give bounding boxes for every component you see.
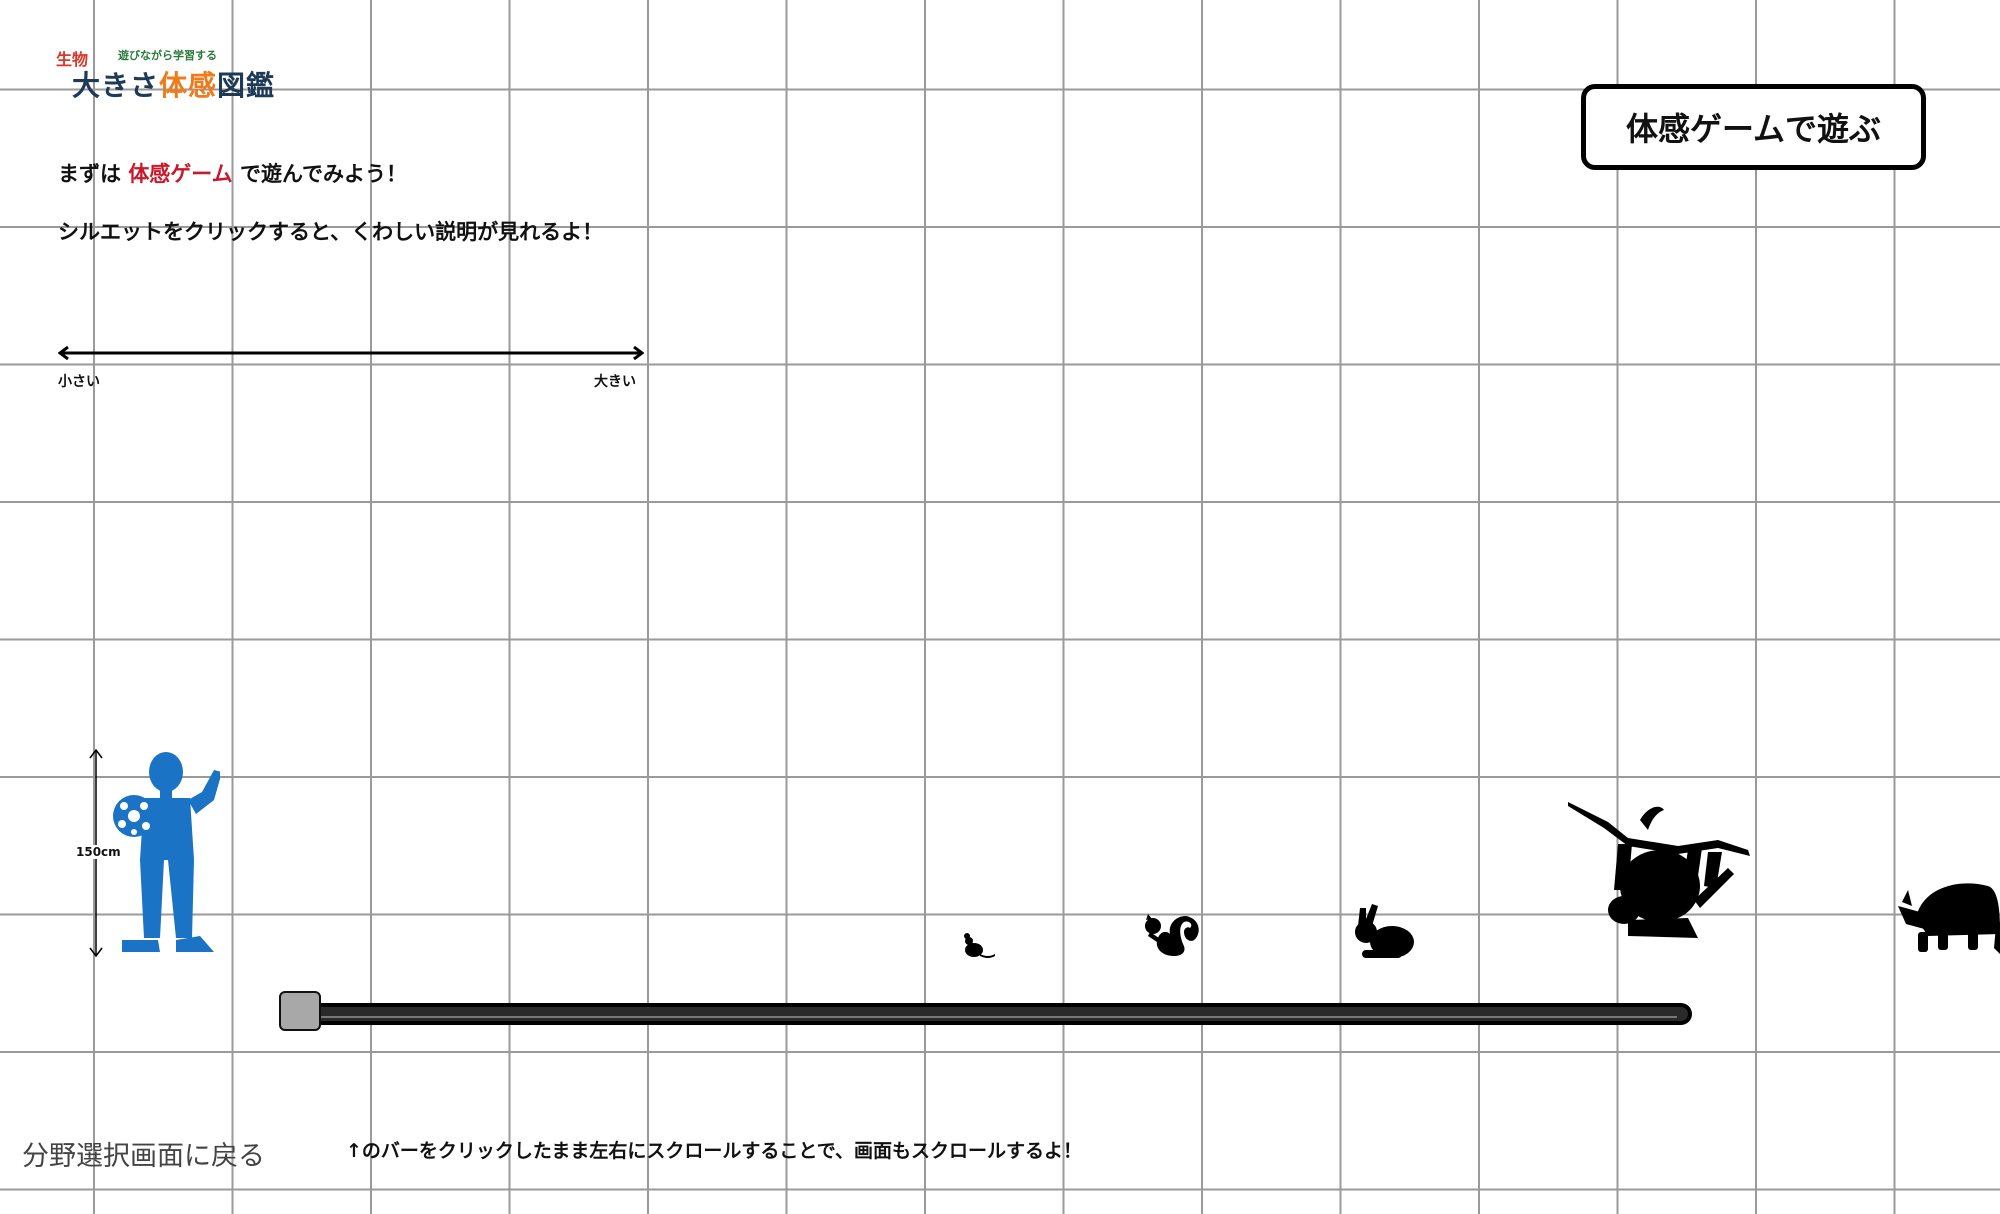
logo-title-part3: 図鑑 bbox=[217, 69, 276, 102]
site-logo: 生物 遊びながら学習する 大きさ体感図鑑 bbox=[56, 46, 306, 106]
scroll-handle[interactable] bbox=[279, 991, 321, 1031]
scroll-hint: ↑のバーをクリックしたまま左右にスクロールすることで、画面もスクロールするよ！ bbox=[346, 1140, 1083, 1162]
back-to-category-link[interactable]: 分野選択画面に戻る bbox=[22, 1134, 265, 1173]
logo-title-part2: 体感 bbox=[159, 69, 218, 102]
armadillo-silhouette[interactable] bbox=[1898, 878, 2000, 954]
rabbit-silhouette[interactable] bbox=[1352, 904, 1416, 960]
scroll-track[interactable] bbox=[277, 1000, 1695, 1028]
play-game-button[interactable]: 体感ゲームで遊ぶ bbox=[1581, 84, 1926, 170]
child-silhouette[interactable] bbox=[110, 748, 220, 956]
sloth-silhouette[interactable] bbox=[1568, 800, 1754, 938]
squirrel-silhouette[interactable] bbox=[1140, 912, 1202, 960]
mouse-silhouette[interactable] bbox=[960, 930, 996, 960]
size-scale-arrow bbox=[58, 346, 644, 360]
intro-line-1-after: で遊んでみよう！ bbox=[240, 162, 407, 186]
intro-line-1-before: まずは bbox=[58, 162, 121, 186]
intro-line-2: シルエットをクリックすると、くわしい説明が見れるよ！ bbox=[58, 220, 604, 244]
intro-line-1-accent: 体感ゲーム bbox=[128, 162, 233, 186]
scale-large-label: 大きい bbox=[594, 374, 636, 390]
logo-title-part1: 大きさ bbox=[72, 69, 160, 102]
scale-small-label: 小さい bbox=[58, 374, 100, 390]
intro-line-1: まずは 体感ゲーム で遊んでみよう！ bbox=[58, 158, 407, 188]
logo-tagline: 遊びながら学習する bbox=[118, 49, 217, 62]
logo-title: 大きさ体感図鑑 bbox=[72, 64, 275, 104]
